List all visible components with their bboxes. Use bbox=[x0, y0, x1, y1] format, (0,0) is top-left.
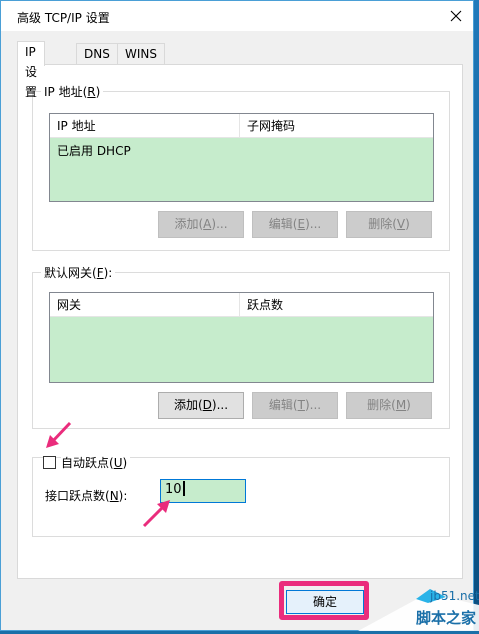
gateway-edit-button[interactable]: 编辑(T)... bbox=[252, 392, 338, 419]
ip-address-group-label: IP 地址(R) bbox=[41, 83, 104, 100]
ip-address-group: IP 地址(R) IP 地址 子网掩码 已启用 DHCP 添加(A)... 编辑… bbox=[32, 83, 450, 251]
tab-ip-settings[interactable]: IP 设置 bbox=[17, 41, 45, 99]
column-metric[interactable]: 跃点数 bbox=[240, 293, 433, 317]
column-gateway[interactable]: 网关 bbox=[50, 293, 240, 317]
ip-list-header: IP 地址 子网掩码 bbox=[50, 114, 433, 138]
gateway-group-label: 默认网关(F): bbox=[41, 264, 116, 281]
ip-add-button[interactable]: 添加(A)... bbox=[158, 211, 244, 238]
text-caret bbox=[182, 481, 185, 496]
interface-metric-label: 接口跃点数(N): bbox=[45, 489, 128, 503]
gateway-add-button[interactable]: 添加(D)... bbox=[158, 392, 244, 419]
ip-address-list[interactable]: IP 地址 子网掩码 已启用 DHCP bbox=[49, 113, 434, 202]
arrow-to-checkbox-icon bbox=[46, 421, 72, 448]
ip-delete-button[interactable]: 删除(V) bbox=[346, 211, 432, 238]
ip-settings-panel: IP 地址(R) IP 地址 子网掩码 已启用 DHCP 添加(A)... 编辑… bbox=[17, 64, 463, 579]
default-gateway-group: 默认网关(F): 网关 跃点数 添加(D)... 编辑(T)... 删除(M) bbox=[32, 264, 450, 429]
gateway-list-header: 网关 跃点数 bbox=[50, 293, 433, 317]
advanced-tcpip-dialog: 高级 TCP/IP 设置 IP 设置 DNS WINS IP 地址(R) IP … bbox=[0, 0, 474, 631]
column-ip-address[interactable]: IP 地址 bbox=[50, 114, 240, 138]
auto-metric-checkbox[interactable] bbox=[43, 456, 56, 469]
title-bar[interactable]: 高级 TCP/IP 设置 bbox=[1, 1, 473, 31]
ip-edit-button[interactable]: 编辑(E)... bbox=[252, 211, 338, 238]
site-watermark: jb51.net 脚本之家 bbox=[358, 583, 479, 631]
ok-highlight-frame bbox=[279, 581, 369, 620]
close-button[interactable] bbox=[438, 1, 473, 31]
gateway-list[interactable]: 网关 跃点数 bbox=[49, 292, 434, 383]
tab-wins[interactable]: WINS bbox=[117, 43, 165, 65]
window-title: 高级 TCP/IP 设置 bbox=[17, 11, 110, 25]
column-subnet-mask[interactable]: 子网掩码 bbox=[240, 114, 433, 138]
list-item[interactable]: 已启用 DHCP bbox=[57, 142, 131, 159]
gateway-delete-button[interactable]: 删除(M) bbox=[346, 392, 432, 419]
metric-group: 自动跃点(U) 接口跃点数(N): 10 bbox=[32, 454, 450, 537]
auto-metric-label[interactable]: 自动跃点(U) bbox=[61, 454, 131, 471]
tab-dns[interactable]: DNS bbox=[76, 43, 118, 65]
arrow-to-metric-field-icon bbox=[142, 500, 170, 528]
close-icon bbox=[450, 10, 461, 22]
